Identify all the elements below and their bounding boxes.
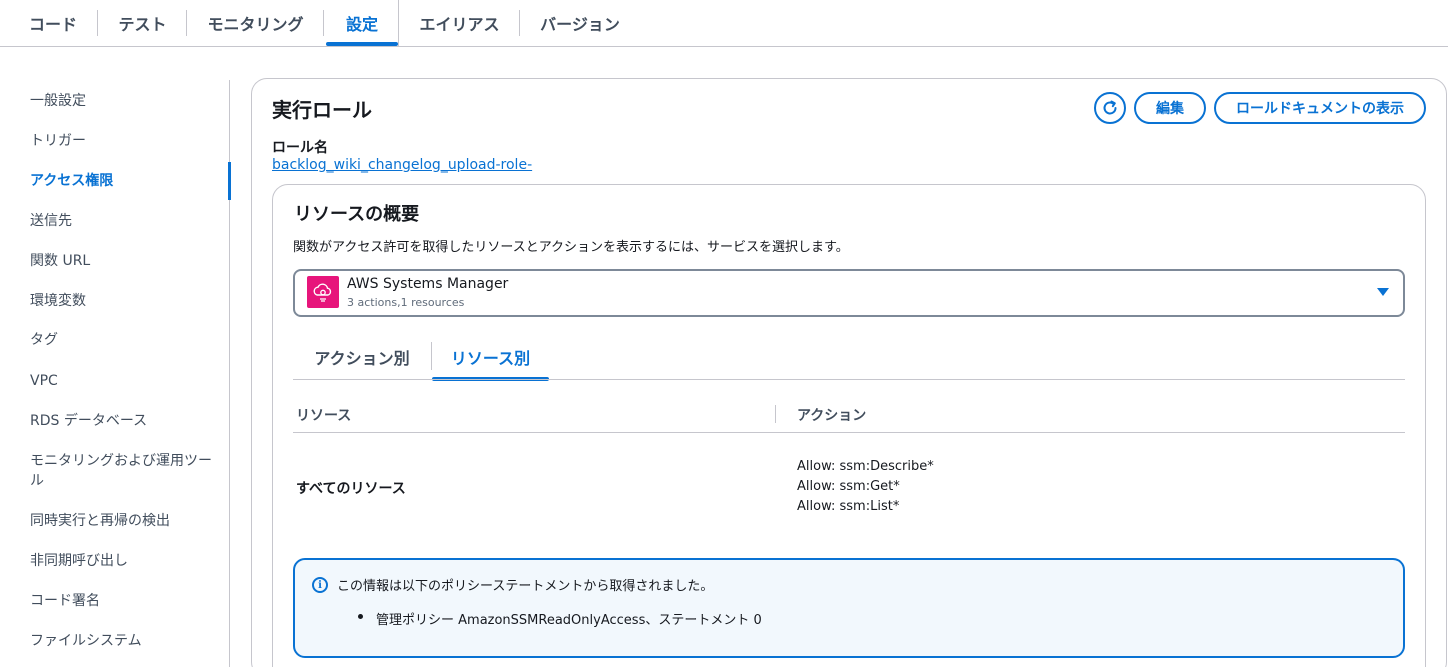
caret-down-icon bbox=[1377, 288, 1389, 296]
bullet-icon bbox=[358, 614, 363, 619]
table-cell-action: Allow: ssm:Describe* bbox=[797, 459, 934, 474]
page-title: 実行ロール bbox=[272, 98, 372, 122]
sidebar-item-code-signing[interactable]: コード署名 bbox=[30, 591, 220, 611]
role-name-link[interactable]: backlog_wiki_changelog_upload-role- bbox=[272, 157, 532, 173]
table-header-divider bbox=[293, 432, 1405, 433]
sidebar-item-vpc[interactable]: VPC bbox=[30, 371, 220, 391]
role-name-label: ロール名 bbox=[272, 140, 328, 156]
column-header-resource: リソース bbox=[296, 408, 352, 424]
info-icon: i bbox=[312, 577, 328, 593]
service-summary: 3 actions,1 resources bbox=[347, 296, 465, 309]
sidebar-item-async[interactable]: 非同期呼び出し bbox=[30, 551, 220, 571]
table-cell-resource: すべてのリソース bbox=[296, 481, 406, 497]
table-cell-action: Allow: ssm:List* bbox=[797, 499, 900, 514]
resource-summary-description: 関数がアクセス許可を取得したリソースとアクションを表示するには、サービスを選択し… bbox=[293, 240, 849, 255]
tab-version[interactable]: バージョン bbox=[520, 0, 640, 46]
tab-by-action[interactable]: アクション別 bbox=[293, 336, 431, 378]
refresh-icon bbox=[1103, 100, 1117, 115]
info-list-item: 管理ポリシー AmazonSSMReadOnlyAccess、ステートメント 0 bbox=[376, 613, 762, 628]
sidebar-item-env-vars[interactable]: 環境変数 bbox=[30, 291, 220, 311]
sidebar-active-indicator bbox=[228, 162, 231, 200]
sidebar-item-function-url[interactable]: 関数 URL bbox=[30, 251, 220, 271]
view-role-document-button[interactable]: ロールドキュメントの表示 bbox=[1214, 92, 1426, 124]
sidebar-item-destinations[interactable]: 送信先 bbox=[30, 211, 220, 231]
tab-code[interactable]: コード bbox=[8, 0, 98, 46]
table-cell-action: Allow: ssm:Get* bbox=[797, 479, 900, 494]
info-alert: i この情報は以下のポリシーステートメントから取得されました。 管理ポリシー A… bbox=[293, 558, 1405, 658]
tab-monitoring[interactable]: モニタリング bbox=[187, 0, 324, 46]
tabs-baseline bbox=[293, 379, 1405, 380]
info-text: この情報は以下のポリシーステートメントから取得されました。 bbox=[337, 579, 714, 594]
tab-by-resource-label: リソース別 bbox=[450, 349, 531, 368]
resource-summary-title: リソースの概要 bbox=[294, 204, 420, 225]
top-tab-bar: コード テスト モニタリング 設定 エイリアス バージョン bbox=[0, 0, 1448, 47]
edit-button[interactable]: 編集 bbox=[1134, 92, 1206, 124]
tab-test[interactable]: テスト bbox=[98, 0, 187, 46]
sidebar-item-file-systems[interactable]: ファイルシステム bbox=[30, 631, 220, 651]
sidebar-item-general[interactable]: 一般設定 bbox=[30, 91, 220, 111]
service-select[interactable]: AWS Systems Manager 3 actions,1 resource… bbox=[293, 269, 1405, 317]
active-tab-underline bbox=[326, 42, 398, 46]
column-divider bbox=[775, 405, 776, 423]
sidebar-item-triggers[interactable]: トリガー bbox=[30, 131, 220, 151]
service-name: AWS Systems Manager bbox=[347, 276, 509, 292]
tab-by-resource[interactable]: リソース別 bbox=[432, 336, 549, 381]
tab-alias[interactable]: エイリアス bbox=[398, 0, 520, 46]
tab-settings[interactable]: 設定 bbox=[326, 0, 398, 46]
sidebar-item-rds[interactable]: RDS データベース bbox=[30, 411, 220, 431]
tab-settings-label: 設定 bbox=[345, 15, 378, 34]
column-header-action: アクション bbox=[797, 408, 867, 424]
sidebar-item-concurrency[interactable]: 同時実行と再帰の検出 bbox=[30, 511, 220, 531]
refresh-button[interactable] bbox=[1094, 92, 1126, 124]
sidebar-item-permissions[interactable]: アクセス権限 bbox=[30, 171, 220, 191]
systems-manager-icon bbox=[307, 276, 339, 308]
sidebar-item-monitoring-tools[interactable]: モニタリングおよび運用ツール bbox=[30, 451, 220, 491]
sidebar-item-tags[interactable]: タグ bbox=[30, 330, 220, 350]
